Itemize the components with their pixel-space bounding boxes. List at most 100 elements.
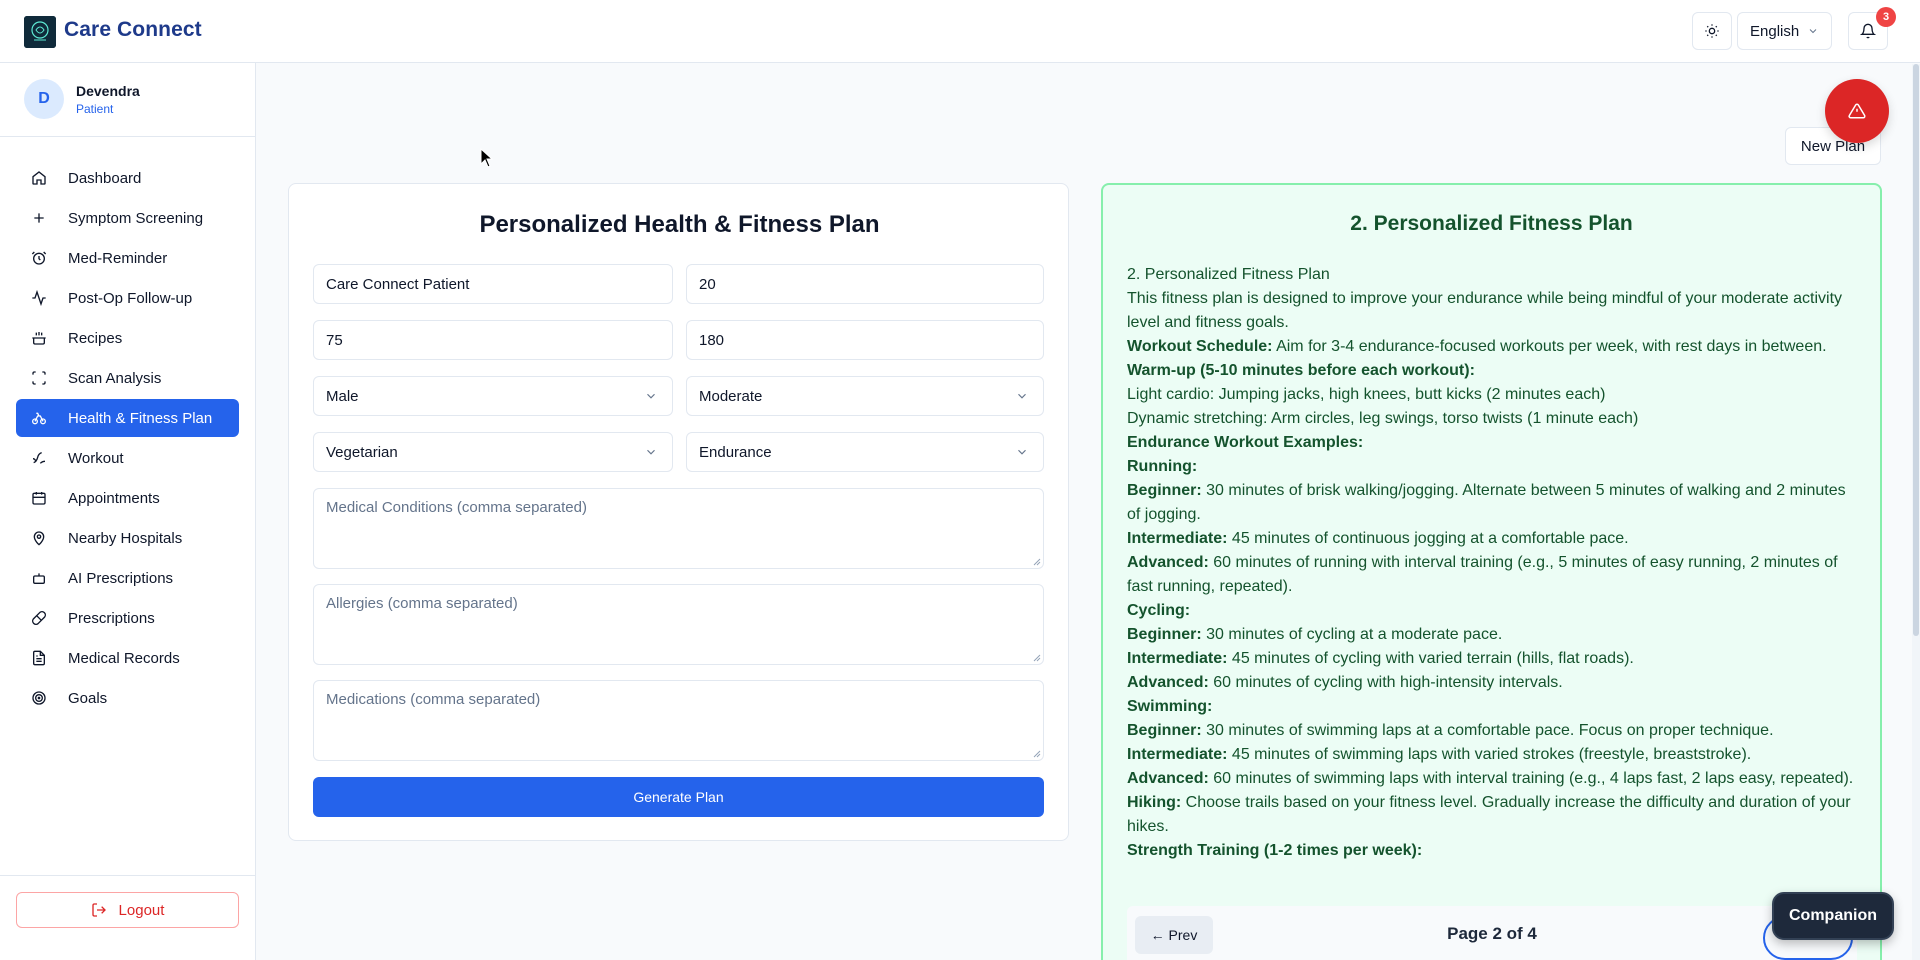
sidebar-item-ai-prescriptions[interactable]: AI Prescriptions [16,559,239,597]
sidebar-item-label: Dashboard [68,169,142,187]
medical-conditions-input[interactable]: Medical Conditions (comma separated) [313,488,1044,569]
sun-icon [1705,24,1719,38]
plan-line: Hiking: Choose trails based on your fitn… [1127,791,1857,839]
plan-line-heading: Intermediate: [1127,650,1228,667]
plan-line: Swimming: [1127,695,1857,719]
resize-grip-icon[interactable] [1033,558,1041,566]
diet-select[interactable]: Vegetarian [313,432,673,472]
diet-value: Vegetarian [326,443,398,461]
plan-line-text: Choose trails based on your fitness leve… [1127,794,1851,835]
calendar-icon [32,492,46,505]
resize-grip-icon[interactable] [1033,654,1041,662]
file-text-icon [33,650,45,666]
sidebar-item-symptom-screening[interactable]: Symptom Screening [16,199,239,237]
sidebar-item-health-fitness-plan[interactable]: Health & Fitness Plan [16,399,239,437]
fitness-goal-select[interactable]: Endurance [686,432,1044,472]
plan-line: 2. Personalized Fitness Plan [1127,263,1857,287]
app-logo[interactable] [24,16,56,48]
fitness-plan-form: Personalized Health & Fitness Plan Care … [288,183,1069,841]
avatar: D [24,79,64,119]
gender-select[interactable]: Male [313,376,673,416]
notification-count-badge: 3 [1876,7,1896,27]
language-select[interactable]: English [1737,12,1832,50]
medical-conditions-placeholder: Medical Conditions (comma separated) [326,499,587,516]
sidebar-item-recipes[interactable]: Recipes [16,319,239,357]
sidebar-item-appointments[interactable]: Appointments [16,479,239,517]
plan-line-text: Light cardio: Jumping jacks, high knees,… [1127,386,1606,403]
sidebar-item-prescriptions[interactable]: Prescriptions [16,599,239,637]
sidebar-item-goals[interactable]: Goals [16,679,239,717]
plan-title: 2. Personalized Fitness Plan [1350,212,1633,235]
sidebar-item-nearby-hospitals[interactable]: Nearby Hospitals [16,519,239,557]
gender-value: Male [326,387,359,405]
plan-line-heading: Beginner: [1127,722,1202,739]
user-profile: D Devendra Patient [0,63,255,137]
plan-line: Running: [1127,455,1857,479]
plan-line: Strength Training (1-2 times per week): [1127,839,1857,863]
app-title[interactable]: Care Connect [64,18,202,42]
plan-line-text: 45 minutes of swimming laps with varied … [1227,746,1752,763]
plan-line-text: This fitness plan is designed to improve… [1127,290,1843,331]
sidebar-item-label: Recipes [68,329,123,347]
plan-line-text: 2. Personalized Fitness Plan [1127,266,1330,283]
sidebar-item-label: Nearby Hospitals [68,529,183,547]
fitness-plan-result: 2. Personalized Fitness Plan 2. Personal… [1101,183,1882,960]
activity-level-select[interactable]: Moderate [686,376,1044,416]
height-input[interactable]: 180 [686,320,1044,360]
scan-icon [32,371,46,385]
sidebar-item-post-op-follow-up[interactable]: Post-Op Follow-up [16,279,239,317]
generate-plan-button[interactable]: Generate Plan [313,777,1044,817]
sidebar-item-label: Medical Records [68,649,180,667]
plan-line: Beginner: 30 minutes of cycling at a mod… [1127,623,1857,647]
plan-line-text: 60 minutes of swimming laps with interva… [1208,770,1854,787]
form-title: Personalized Health & Fitness Plan [479,211,880,238]
logout-label: Logout [118,901,165,919]
plan-line: Beginner: 30 minutes of swimming laps at… [1127,719,1857,743]
sidebar-item-workout[interactable]: Workout [16,439,239,477]
chevron-down-icon [647,449,655,455]
sidebar-item-med-reminder[interactable]: Med-Reminder [16,239,239,277]
plan-line-heading: Advanced: [1127,554,1209,571]
sidebar: D Devendra Patient Dashboard Symptom Scr… [0,63,256,960]
weight-input[interactable]: 75 [313,320,673,360]
plan-line: Intermediate: 45 minutes of continuous j… [1127,527,1857,551]
plan-line-text: Dynamic stretching: Arm circles, leg swi… [1127,410,1639,427]
log-out-icon [91,903,106,917]
plan-line: Advanced: 60 minutes of cycling with hig… [1127,671,1857,695]
sidebar-item-dashboard[interactable]: Dashboard [16,159,239,197]
bike-icon [32,412,46,425]
age-input[interactable]: 20 [686,264,1044,304]
theme-toggle-button[interactable] [1692,12,1732,50]
plan-line: Endurance Workout Examples: [1127,431,1857,455]
activity-icon [32,290,46,306]
page-indicator: Page 2 of 4 [1447,924,1537,943]
sidebar-item-label: Goals [68,689,108,707]
language-value: English [1750,22,1800,40]
plan-line-text: 30 minutes of brisk walking/jogging. Alt… [1127,482,1846,523]
chevron-down-icon [1018,393,1026,399]
plan-line-heading: Hiking: [1127,794,1182,811]
allergies-input[interactable]: Allergies (comma separated) [313,584,1044,665]
emergency-sos-button[interactable] [1825,79,1889,143]
name-input[interactable]: Care Connect Patient [313,264,673,304]
plan-line-text: 60 minutes of running with interval trai… [1127,554,1838,595]
plan-line-text: 30 minutes of cycling at a moderate pace… [1201,626,1503,643]
sidebar-item-label: Symptom Screening [68,209,204,227]
plan-line-text: 30 minutes of swimming laps at a comfort… [1201,722,1774,739]
page-scrollbar-thumb[interactable] [1913,64,1919,636]
resize-grip-icon[interactable] [1033,750,1041,758]
companion-button[interactable]: Companion [1772,892,1894,940]
medications-input[interactable]: Medications (comma separated) [313,680,1044,761]
logout-button[interactable]: Logout [16,892,239,928]
chevron-down-icon [647,393,655,399]
plan-line: Light cardio: Jumping jacks, high knees,… [1127,383,1857,407]
sidebar-item-scan-analysis[interactable]: Scan Analysis [16,359,239,397]
pill-icon [32,611,46,625]
alarm-clock-icon [31,251,47,265]
bell-icon [1860,23,1876,39]
activity-level-value: Moderate [699,387,763,405]
alert-triangle-icon [1848,103,1866,119]
sidebar-item-label: Appointments [68,489,160,507]
sidebar-item-medical-records[interactable]: Medical Records [16,639,239,677]
plan-line-heading: Swimming: [1127,698,1213,715]
